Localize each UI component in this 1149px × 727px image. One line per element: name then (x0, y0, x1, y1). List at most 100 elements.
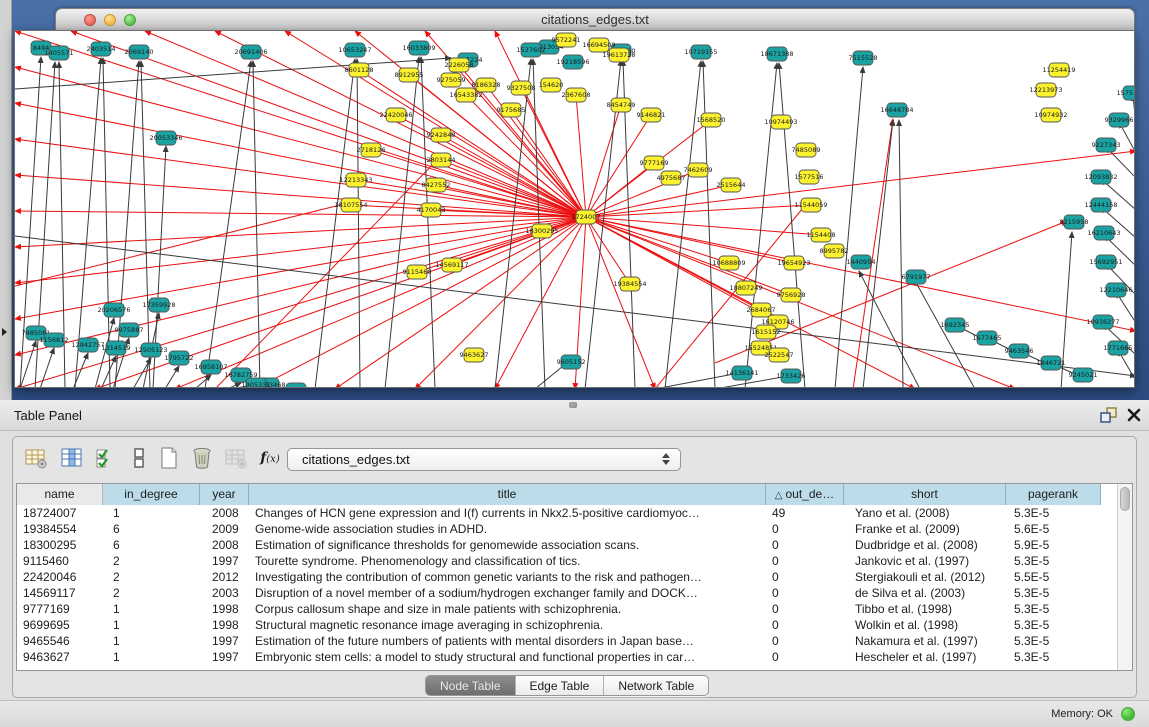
graph-node[interactable]: 11544059 (794, 198, 827, 212)
graph-node[interactable]: 19613728 (602, 48, 635, 62)
citation-edge-red[interactable] (15, 139, 586, 217)
table-cell[interactable]: Jankovic et al. (1997) (844, 554, 1006, 570)
citation-edge-red[interactable] (586, 217, 821, 235)
graph-node[interactable]: 20691406 (234, 45, 267, 59)
citation-network-graph[interactable]: 8494140557124035142069140206914061065324… (15, 31, 1135, 388)
table-cell[interactable]: Wolkin et al. (1998) (844, 618, 1006, 634)
graph-node[interactable]: 12210646 (1099, 283, 1132, 297)
graph-node[interactable]: 12213973 (1029, 83, 1062, 97)
table-cell[interactable]: 0 (766, 650, 844, 666)
table-cell[interactable]: 9777169 (17, 602, 103, 618)
graph-node[interactable]: 7515528 (849, 51, 878, 65)
table-cell[interactable]: Franke et al. (2009) (844, 522, 1006, 538)
table-cell[interactable]: 22420046 (17, 570, 103, 586)
table-cell[interactable]: 18300295 (17, 538, 103, 554)
citation-edge-black[interactable] (165, 366, 179, 388)
graph-node[interactable]: 18807249 (729, 281, 762, 295)
graph-node[interactable]: 15751074 (1116, 86, 1135, 100)
table-cell[interactable]: 6 (103, 538, 200, 554)
graph-node[interactable]: 16033809 (402, 41, 435, 55)
graph-node[interactable]: 154620 (539, 78, 564, 92)
table-cell[interactable]: 9115460 (17, 554, 103, 570)
attribute-table[interactable]: namein_degreeyeartitle△out_de…shortpager… (16, 483, 1133, 671)
table-cell[interactable]: 9463627 (17, 650, 103, 666)
table-cell[interactable]: 5.5E-5 (1006, 570, 1101, 586)
citation-edge-red[interactable] (586, 185, 731, 217)
graph-node[interactable]: 11254419 (1042, 63, 1075, 77)
graph-node[interactable]: 18300295 (525, 224, 558, 238)
citation-edge-red[interactable] (586, 105, 621, 217)
graph-node[interactable]: 9227343 (1092, 138, 1121, 152)
graph-node[interactable]: 1577516 (795, 170, 824, 184)
citation-edge-black[interactable] (779, 63, 805, 388)
citation-edge-black[interactable] (533, 59, 545, 388)
table-cell[interactable]: 0 (766, 538, 844, 554)
graph-node[interactable]: 8601128 (345, 63, 374, 77)
table-cell[interactable]: 18724007 (17, 506, 103, 522)
table-cell[interactable]: 5.3E-5 (1006, 506, 1101, 522)
citation-edge-red[interactable] (175, 217, 586, 388)
graph-node[interactable]: 9327508 (507, 81, 536, 95)
graph-node[interactable]: 2403514 (87, 42, 116, 56)
graph-node[interactable]: 9463627 (460, 348, 489, 362)
table-cell[interactable]: Estimation of significance thresholds fo… (249, 538, 766, 554)
table-row[interactable]: 2242004622012Investigating the contribut… (17, 570, 1101, 586)
graph-node[interactable]: 2226058 (445, 58, 474, 72)
graph-node[interactable]: 2367608 (562, 88, 591, 102)
citation-edge-black[interactable] (421, 57, 435, 388)
graph-node[interactable]: 9245021 (1069, 368, 1098, 382)
table-cell[interactable]: 2 (103, 586, 200, 602)
citation-edge-red[interactable] (586, 217, 630, 284)
citation-edge-red[interactable] (452, 217, 586, 265)
citation-edge-red[interactable] (586, 217, 655, 388)
memory-ok-indicator-icon[interactable] (1121, 707, 1135, 721)
table-row[interactable]: 1830029562008Estimation of significance … (17, 538, 1101, 554)
graph-node[interactable]: 15692951 (1089, 255, 1122, 269)
table-cell[interactable]: Estimation of the future numbers of pati… (249, 634, 766, 650)
table-cell[interactable]: 2 (103, 570, 200, 586)
citation-edge-black[interactable] (315, 59, 355, 388)
graph-node[interactable]: 7485089 (792, 143, 821, 157)
tab-edge-table[interactable]: Edge Table (516, 676, 605, 695)
citation-edge-red[interactable] (255, 217, 586, 388)
graph-node[interactable]: 1771665 (1104, 341, 1133, 355)
table-cell[interactable]: Tibbo et al. (1998) (844, 602, 1006, 618)
table-cell[interactable]: 1997 (200, 554, 249, 570)
table-cell[interactable]: 2008 (200, 538, 249, 554)
network-window-titlebar[interactable]: citations_edges.txt (55, 8, 1135, 30)
table-cell[interactable]: Investigating the contribution of common… (249, 570, 766, 586)
citation-edge-red[interactable] (853, 119, 893, 388)
table-cell[interactable]: Tourette syndrome. Phenomenology and cla… (249, 554, 766, 570)
citation-edge-black[interactable] (133, 358, 151, 388)
tab-network-table[interactable]: Network Table (604, 676, 708, 695)
graph-node[interactable]: 4975687 (657, 171, 686, 185)
graph-node[interactable]: 9777169 (640, 156, 669, 170)
citation-edge-red[interactable] (586, 217, 1015, 388)
table-cell[interactable]: Dudbridge et al. (2008) (844, 538, 1006, 554)
graph-node[interactable]: 16958107 (194, 360, 227, 374)
table-cell[interactable]: Embryonic stem cells: a model to study s… (249, 650, 766, 666)
table-cell[interactable]: 19384554 (17, 522, 103, 538)
graph-node[interactable]: 16543382 (449, 88, 482, 102)
graph-node[interactable]: 2515644 (717, 178, 746, 192)
graph-node[interactable]: 8215958 (1060, 215, 1089, 229)
graph-node[interactable]: 8454749 (607, 98, 636, 112)
table-cell[interactable]: 2012 (200, 570, 249, 586)
table-cell[interactable]: 1998 (200, 618, 249, 634)
graph-node[interactable]: 2803144 (427, 153, 456, 167)
table-cell[interactable]: 0 (766, 586, 844, 602)
graph-node[interactable]: 1405571 (45, 46, 74, 60)
citation-edge-black[interactable] (205, 61, 251, 388)
table-cell[interactable]: Genome-wide association studies in ADHD. (249, 522, 766, 538)
table-cell[interactable]: 5.3E-5 (1006, 650, 1101, 666)
show-columns-icon[interactable] (59, 445, 85, 471)
graph-node[interactable]: 1154408 (807, 228, 836, 242)
graph-node[interactable]: 12093832 (1084, 170, 1117, 184)
table-row[interactable]: 977716911998Corpus callosum shape and si… (17, 602, 1101, 618)
citation-edge-black[interactable] (141, 61, 150, 388)
close-panel-icon[interactable] (1126, 407, 1142, 423)
table-cell[interactable]: 49 (766, 506, 844, 522)
table-cell[interactable]: 9465546 (17, 634, 103, 650)
table-cell[interactable]: 0 (766, 602, 844, 618)
graph-node[interactable]: 1527602 (517, 43, 546, 57)
